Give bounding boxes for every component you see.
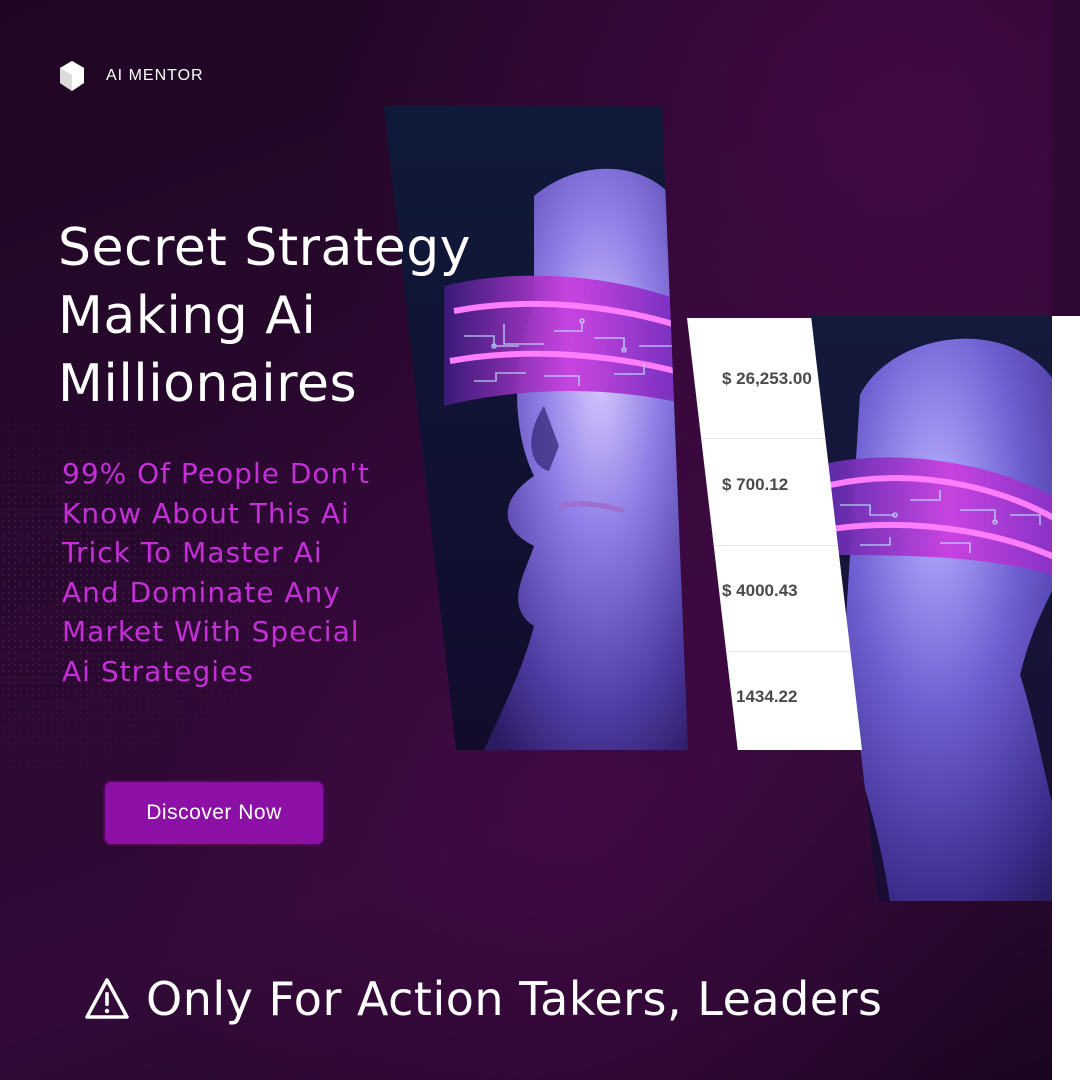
headline-line: Millionaires — [58, 354, 358, 414]
earnings-value: $ 26,253.00 — [722, 369, 812, 388]
footer-text: Only For Action Takers, Leaders — [146, 972, 883, 1026]
subheadline-line: And Dominate Any — [62, 575, 341, 609]
cube-logo-icon — [60, 61, 84, 91]
earnings-divider — [687, 545, 862, 546]
subheadline-line: Ai Strategies — [62, 654, 254, 688]
subheadline-line: Market With Special — [62, 615, 360, 648]
earnings-value: $ 700.12 — [722, 475, 789, 494]
ai-visor-head-image-left — [384, 106, 688, 750]
earnings-value: 1434.22 — [736, 687, 798, 706]
earnings-divider — [687, 651, 862, 652]
subheadline-line: 99% Of People Don't — [62, 457, 370, 490]
brand-name: AI MENTOR — [106, 67, 204, 84]
earnings-value: $ 4000.43 — [722, 581, 798, 600]
discover-now-button[interactable]: Discover Now — [105, 782, 323, 844]
subheadline: 99% Of People Don't Know About This Ai T… — [62, 454, 422, 691]
brand: AI MENTOR — [58, 60, 204, 92]
ad-canvas: AI MENTOR $ 26,253.00 $ 700.12 $ 4000.43… — [0, 0, 1052, 1080]
page-edge-dark — [1052, 0, 1080, 316]
headline-line: Making Ai — [58, 286, 317, 346]
subheadline-line: Trick To Master Ai — [62, 536, 323, 569]
footer-banner: Only For Action Takers, Leaders — [84, 972, 882, 1026]
headline: Secret Strategy Making Ai Millionaires — [58, 214, 578, 418]
subheadline-line: Know About This Ai — [62, 496, 350, 530]
warning-icon — [85, 978, 129, 1019]
headline-line: Secret Strategy — [58, 218, 472, 278]
